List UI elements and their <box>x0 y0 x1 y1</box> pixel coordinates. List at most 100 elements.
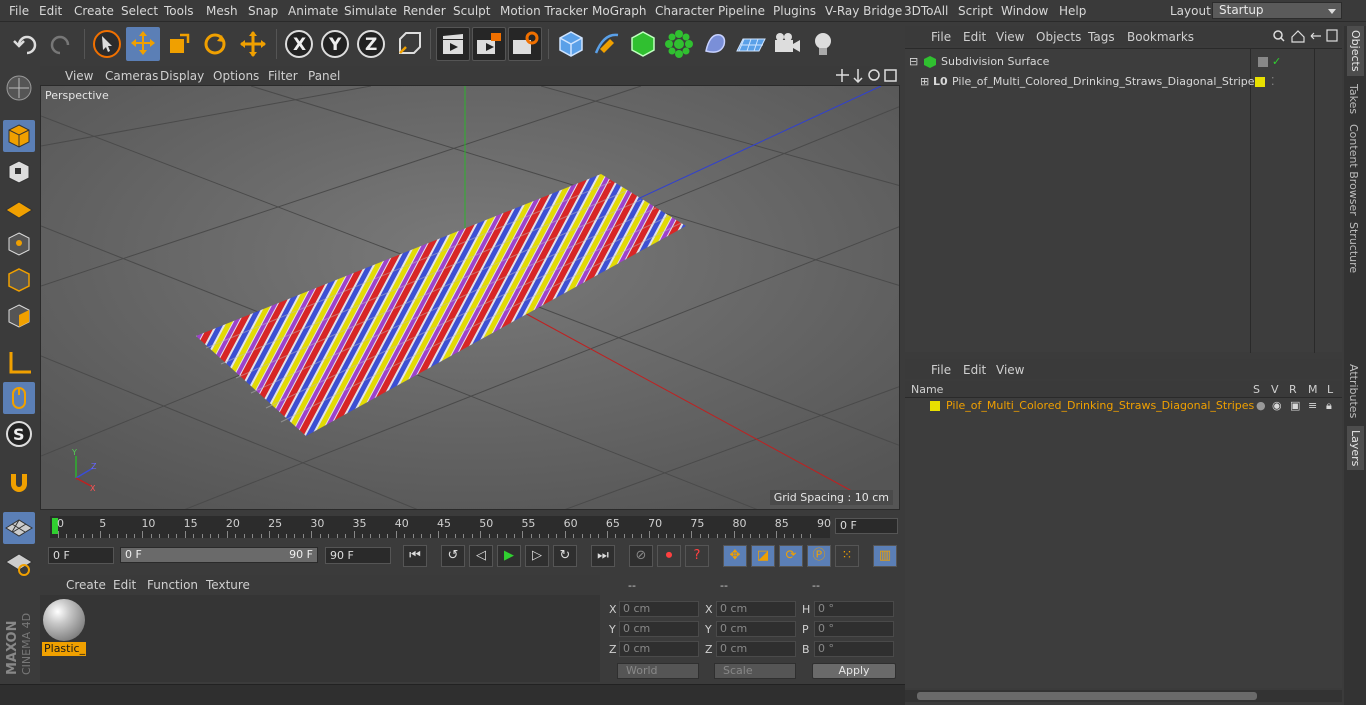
size-z-field[interactable]: 0 cm <box>716 641 796 657</box>
go-to-start-button[interactable]: ⏮ <box>403 545 427 567</box>
play-button[interactable]: ▶ <box>497 545 521 567</box>
menu-character[interactable]: Character <box>655 4 714 18</box>
end-frame-field[interactable]: 90 F <box>325 547 391 564</box>
menu-script[interactable]: Script <box>958 4 993 18</box>
tab-layers[interactable]: Layers <box>1347 426 1364 471</box>
key-position-button[interactable]: ✥ <box>723 545 747 567</box>
select-tool-button[interactable] <box>90 27 124 61</box>
size-y-field[interactable]: 0 cm <box>716 621 796 637</box>
expand-icon[interactable]: ⊞ <box>920 72 929 92</box>
next-frame-button[interactable]: ▷ <box>525 545 549 567</box>
render-picture-viewer-button[interactable] <box>472 27 506 61</box>
layer-color-swatch[interactable] <box>1255 77 1265 87</box>
menu-plugins[interactable]: Plugins <box>773 4 816 18</box>
menu-sculpt[interactable]: Sculpt <box>453 4 490 18</box>
pos-x-field[interactable]: 0 cm <box>619 601 699 617</box>
tab-objects[interactable]: Objects <box>1347 26 1364 76</box>
rot-h-field[interactable]: 0 ° <box>814 601 894 617</box>
menu-vray-bridge[interactable]: V-Ray Bridge <box>825 4 902 18</box>
y-axis-button[interactable]: Y <box>318 27 352 61</box>
timeline-window-button[interactable]: ▥ <box>873 545 897 567</box>
autokey-button[interactable]: ? <box>685 545 709 567</box>
current-frame-field[interactable]: 0 F <box>835 518 898 534</box>
previous-key-button[interactable]: ↺ <box>441 545 465 567</box>
polygons-mode-button[interactable] <box>3 300 35 332</box>
coordinate-mode-dropdown[interactable]: World <box>617 663 699 679</box>
subdivision-button[interactable] <box>626 27 660 61</box>
horizontal-scrollbar[interactable] <box>905 690 1342 702</box>
floor-button[interactable] <box>734 27 768 61</box>
material-menu-create[interactable]: Create <box>66 578 106 592</box>
key-scale-button[interactable]: ◪ <box>751 545 775 567</box>
pos-y-field[interactable]: 0 cm <box>619 621 699 637</box>
viewport-menu-view[interactable]: View <box>65 69 93 83</box>
objects-menu-file[interactable]: File <box>931 30 951 44</box>
objects-menu-tags[interactable]: Tags <box>1088 30 1115 44</box>
undo-button[interactable] <box>9 27 43 61</box>
texture-mode-button[interactable] <box>3 156 35 188</box>
scale-tool-button[interactable] <box>162 27 196 61</box>
pos-z-field[interactable]: 0 cm <box>619 641 699 657</box>
manager-icon[interactable]: ≡ <box>1308 396 1317 416</box>
layer-row[interactable]: Pile_of_Multi_Colored_Drinking_Straws_Di… <box>905 396 1342 416</box>
start-frame-field[interactable]: 0 F <box>48 547 114 564</box>
z-axis-button[interactable]: Z <box>354 27 388 61</box>
locked-workplane-button[interactable] <box>3 512 35 544</box>
layers-menu-edit[interactable]: Edit <box>963 363 986 377</box>
edges-mode-button[interactable] <box>3 264 35 296</box>
rotate-tool-button[interactable] <box>198 27 232 61</box>
material-swatch[interactable]: Plastic_D <box>40 595 90 659</box>
object-row-subdivision-surface[interactable]: ⊟ Subdivision Surface ✓ <box>905 52 1342 72</box>
camera-button[interactable] <box>770 27 804 61</box>
transform-tool-button[interactable] <box>236 27 270 61</box>
menu-tools[interactable]: Tools <box>164 4 194 18</box>
viewport-menu-panel[interactable]: Panel <box>308 69 340 83</box>
menu-window[interactable]: Window <box>1001 4 1048 18</box>
eye-icon[interactable]: ◉ <box>1272 396 1282 416</box>
material-menu-texture[interactable]: Texture <box>206 578 250 592</box>
size-x-field[interactable]: 0 cm <box>716 601 796 617</box>
objects-menu-view[interactable]: View <box>996 30 1024 44</box>
record-button[interactable]: ⏺ <box>657 545 681 567</box>
menu-edit[interactable]: Edit <box>39 4 62 18</box>
previous-frame-button[interactable]: ◁ <box>469 545 493 567</box>
tab-structure[interactable]: Structure <box>1347 222 1360 273</box>
tweak-mode-button[interactable] <box>3 382 35 414</box>
layer-color-swatch[interactable] <box>930 401 940 411</box>
render-view-button[interactable] <box>436 27 470 61</box>
scroll-thumb[interactable] <box>917 692 1257 700</box>
record-keys-disabled-button[interactable]: ⊘ <box>629 545 653 567</box>
render-settings-button[interactable] <box>508 27 542 61</box>
viewport-menu-filter[interactable]: Filter <box>268 69 298 83</box>
layout-select[interactable]: Startup <box>1212 2 1342 19</box>
snap-magnet-button[interactable] <box>3 466 35 498</box>
objects-menu-edit[interactable]: Edit <box>963 30 986 44</box>
menu-create[interactable]: Create <box>74 4 114 18</box>
mograph-cloner-button[interactable] <box>662 27 696 61</box>
key-pla-button[interactable]: ⁙ <box>835 545 859 567</box>
viewport-menu-display[interactable]: Display <box>160 69 204 83</box>
menu-select[interactable]: Select <box>121 4 158 18</box>
menu-render[interactable]: Render <box>403 4 446 18</box>
viewport-menu-cameras[interactable]: Cameras <box>105 69 158 83</box>
objects-menu-bookmarks[interactable]: Bookmarks <box>1127 30 1194 44</box>
lock-icon[interactable]: 🔒︎ <box>1326 396 1332 416</box>
viewport-nav-icons[interactable] <box>835 68 899 83</box>
deformer-button[interactable] <box>698 27 732 61</box>
pen-spline-button[interactable] <box>590 27 624 61</box>
go-to-end-button[interactable]: ⏭ <box>591 545 615 567</box>
light-button[interactable] <box>806 27 840 61</box>
redo-button[interactable] <box>44 27 78 61</box>
layer-tag[interactable] <box>1258 57 1268 67</box>
rot-p-field[interactable]: 0 ° <box>814 621 894 637</box>
tab-content-browser[interactable]: Content Browser <box>1347 124 1360 216</box>
model-mode-button[interactable] <box>3 120 35 152</box>
rot-b-field[interactable]: 0 ° <box>814 641 894 657</box>
frame-range-slider[interactable]: 0 F 90 F <box>120 547 318 563</box>
axis-mode-button[interactable] <box>3 346 35 378</box>
tab-attributes[interactable]: Attributes <box>1347 364 1360 418</box>
clapboard-icon[interactable]: ▣ <box>1290 396 1300 416</box>
timeline-ruler[interactable]: 0 5 10 15 20 25 30 35 40 45 50 55 60 65 70 75 80 85 90 <box>50 516 831 538</box>
size-mode-dropdown[interactable]: Scale <box>714 663 796 679</box>
key-rotation-button[interactable]: ⟳ <box>779 545 803 567</box>
